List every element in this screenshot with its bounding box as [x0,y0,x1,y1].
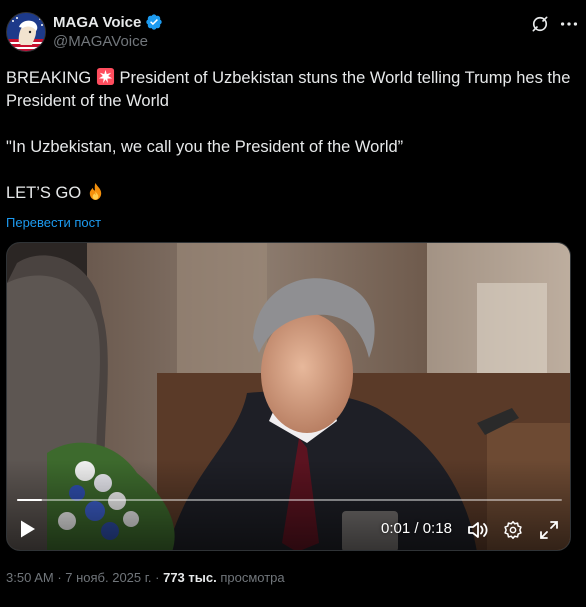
video-time: 0:01 / 0:18 [381,520,452,537]
post-line-breaking: BREAKING President of Uzbekistan stuns t… [6,67,581,113]
avatar[interactable] [6,12,46,52]
fire-emoji [89,182,101,201]
view-count: 773 тыс. [163,570,217,585]
post-text-part: BREAKING [6,69,96,87]
fullscreen-icon[interactable] [539,520,559,540]
meta-separator: · [53,570,66,585]
post-date[interactable]: 7 нояб. 2025 г. [65,570,151,585]
post-line-letsgo: LET’S GO [6,182,581,205]
author-display-name[interactable]: MAGA Voice [53,14,141,31]
video-current-time: 0:01 [381,520,411,537]
video-progress-fill [17,499,42,501]
views-label: просмотра [216,570,285,585]
meta-separator: · [151,570,164,585]
author-name-line: MAGA Voice [53,13,163,31]
settings-gear-icon[interactable] [503,520,523,540]
post-header: MAGA Voice @MAGAVoice [6,8,580,54]
post-text-part: LET’S GO [6,184,86,202]
video-duration: 0:18 [422,520,452,537]
post-metadata: 3:50 AM · 7 нояб. 2025 г. · 773 тыс. про… [6,570,285,585]
police-light-emoji [96,67,114,86]
volume-icon[interactable] [467,520,489,540]
post-text: BREAKING President of Uzbekistan stuns t… [6,67,581,205]
post: MAGA Voice @MAGAVoice BREAKING President… [0,0,586,607]
grok-icon[interactable] [530,14,550,34]
post-time[interactable]: 3:50 AM [6,570,54,585]
verified-badge-icon [146,14,163,30]
post-line-quote: "In Uzbekistan, we call you the Presiden… [6,138,404,156]
author-handle[interactable]: @MAGAVoice [53,33,148,50]
video-progress-bar[interactable] [17,499,562,501]
avatar-image [7,13,45,51]
translate-post-link[interactable]: Перевести пост [6,215,101,230]
more-options-icon[interactable] [558,14,580,34]
video-time-separator: / [410,520,423,537]
video-frame [7,243,570,550]
play-icon[interactable] [19,519,37,539]
video-player[interactable]: 0:01 / 0:18 [6,242,571,551]
